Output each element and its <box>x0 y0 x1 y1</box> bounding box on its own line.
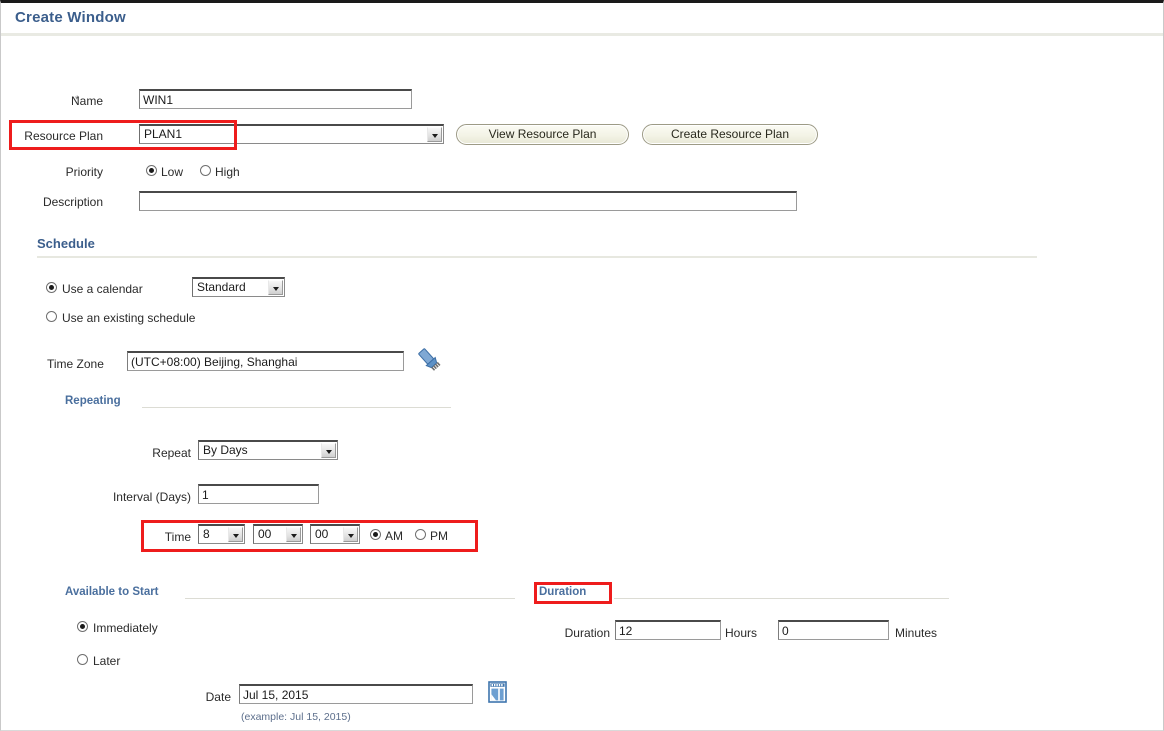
calendar-icon[interactable] <box>485 679 511 705</box>
view-resource-plan-button[interactable]: View Resource Plan <box>456 124 629 145</box>
available-option-later-label: Later <box>93 654 121 668</box>
duration-section-title: Duration <box>539 586 587 598</box>
available-to-start-title: Available to Start <box>65 586 159 598</box>
priority-option-high-label: High <box>215 165 240 179</box>
time-hour-select[interactable]: 8 <box>198 524 245 544</box>
duration-minutes-unit-label: Minutes <box>895 626 938 640</box>
time-second-value: 00 <box>315 527 329 541</box>
time-minute-select[interactable]: 00 <box>253 524 303 544</box>
flashlight-icon[interactable] <box>413 345 443 375</box>
calendar-value: Standard <box>197 280 246 294</box>
page-title: Create Window <box>15 9 126 26</box>
schedule-radio-use-calendar[interactable] <box>46 282 57 293</box>
chevron-down-icon[interactable] <box>268 280 283 295</box>
time-radio-am[interactable] <box>370 529 381 540</box>
chevron-down-icon[interactable] <box>427 127 442 142</box>
schedule-use-calendar-label: Use a calendar <box>62 282 143 296</box>
schedule-use-existing-label: Use an existing schedule <box>62 311 196 325</box>
description-label: Description <box>42 195 103 209</box>
schedule-radio-use-existing[interactable] <box>46 311 57 322</box>
repeat-label: Repeat <box>152 446 191 460</box>
interval-days-input[interactable]: 1 <box>198 484 319 504</box>
available-radio-later[interactable] <box>77 654 88 665</box>
time-minute-value: 00 <box>258 527 272 541</box>
date-label: Date <box>205 690 231 704</box>
repeat-value: By Days <box>203 443 248 457</box>
priority-radio-high[interactable] <box>200 165 211 176</box>
available-to-start-subsection: Available to Start <box>65 586 515 602</box>
calendar-select[interactable]: Standard <box>192 277 285 297</box>
name-input[interactable]: WIN1 <box>139 89 412 109</box>
duration-label: Duration <box>564 626 610 640</box>
repeat-select[interactable]: By Days <box>198 440 338 460</box>
schedule-section: Schedule <box>37 236 1037 258</box>
duration-hours-input[interactable]: 12 <box>615 620 721 640</box>
priority-option-low-label: Low <box>161 165 184 179</box>
chevron-down-icon[interactable] <box>321 443 336 458</box>
chevron-down-icon[interactable] <box>228 527 243 542</box>
resource-plan-select[interactable]: PLAN1 <box>139 124 444 144</box>
available-radio-immediately[interactable] <box>77 621 88 632</box>
available-option-immediately-label: Immediately <box>93 621 158 635</box>
name-label: Name <box>70 94 103 108</box>
time-meridiem-am-label: AM <box>385 529 403 543</box>
time-meridiem-pm-label: PM <box>430 529 448 543</box>
page-title-divider <box>1 33 1163 36</box>
priority-label: Priority <box>65 165 103 179</box>
time-hour-value: 8 <box>203 527 210 541</box>
time-zone-label: Time Zone <box>47 357 104 371</box>
repeating-subsection-divider <box>142 407 451 408</box>
date-example-hint: (example: Jul 15, 2015) <box>241 711 351 723</box>
time-zone-input[interactable]: (UTC+08:00) Beijing, Shanghai <box>127 351 404 371</box>
duration-subsection: Duration <box>539 586 949 602</box>
create-resource-plan-button[interactable]: Create Resource Plan <box>642 124 818 145</box>
schedule-section-divider <box>37 256 1037 258</box>
description-input[interactable] <box>139 191 797 211</box>
create-window-page: Create Window * Name WIN1 Resource Plan … <box>0 0 1164 731</box>
page-header: Create Window <box>1 9 1163 36</box>
date-input[interactable]: Jul 15, 2015 <box>239 684 473 704</box>
schedule-section-title: Schedule <box>37 236 95 251</box>
resource-plan-value: PLAN1 <box>144 127 183 141</box>
chevron-down-icon[interactable] <box>343 527 358 542</box>
repeating-subsection-title: Repeating <box>65 395 121 407</box>
priority-radio-low[interactable] <box>146 165 157 176</box>
interval-days-label: Interval (Days) <box>112 490 191 504</box>
duration-minutes-input[interactable]: 0 <box>778 620 889 640</box>
chevron-down-icon[interactable] <box>286 527 301 542</box>
available-to-start-divider <box>185 598 515 599</box>
time-label: Time <box>164 530 191 544</box>
duration-hours-unit-label: Hours <box>725 626 758 640</box>
resource-plan-label: Resource Plan <box>24 129 103 143</box>
repeating-subsection: Repeating <box>65 395 451 411</box>
time-second-select[interactable]: 00 <box>310 524 360 544</box>
duration-subsection-divider <box>614 598 949 599</box>
time-radio-pm[interactable] <box>415 529 426 540</box>
